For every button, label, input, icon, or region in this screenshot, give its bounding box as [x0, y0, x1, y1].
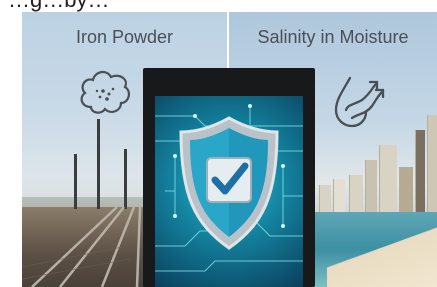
signal-pole — [74, 154, 77, 209]
salinity-label: Salinity in Moisture — [257, 27, 409, 47]
iron-powder-icon — [80, 70, 131, 114]
monitor-screen — [155, 96, 303, 287]
moisture-salinity-icon — [334, 76, 385, 128]
beach — [327, 227, 437, 287]
top-strip: …g…by… — [0, 0, 437, 12]
signal-pole — [124, 149, 127, 209]
monitor — [143, 68, 315, 287]
iron-powder-label: Iron Powder — [75, 27, 174, 47]
shield-checkmark-icon — [179, 116, 279, 250]
signal-pole — [97, 119, 100, 209]
